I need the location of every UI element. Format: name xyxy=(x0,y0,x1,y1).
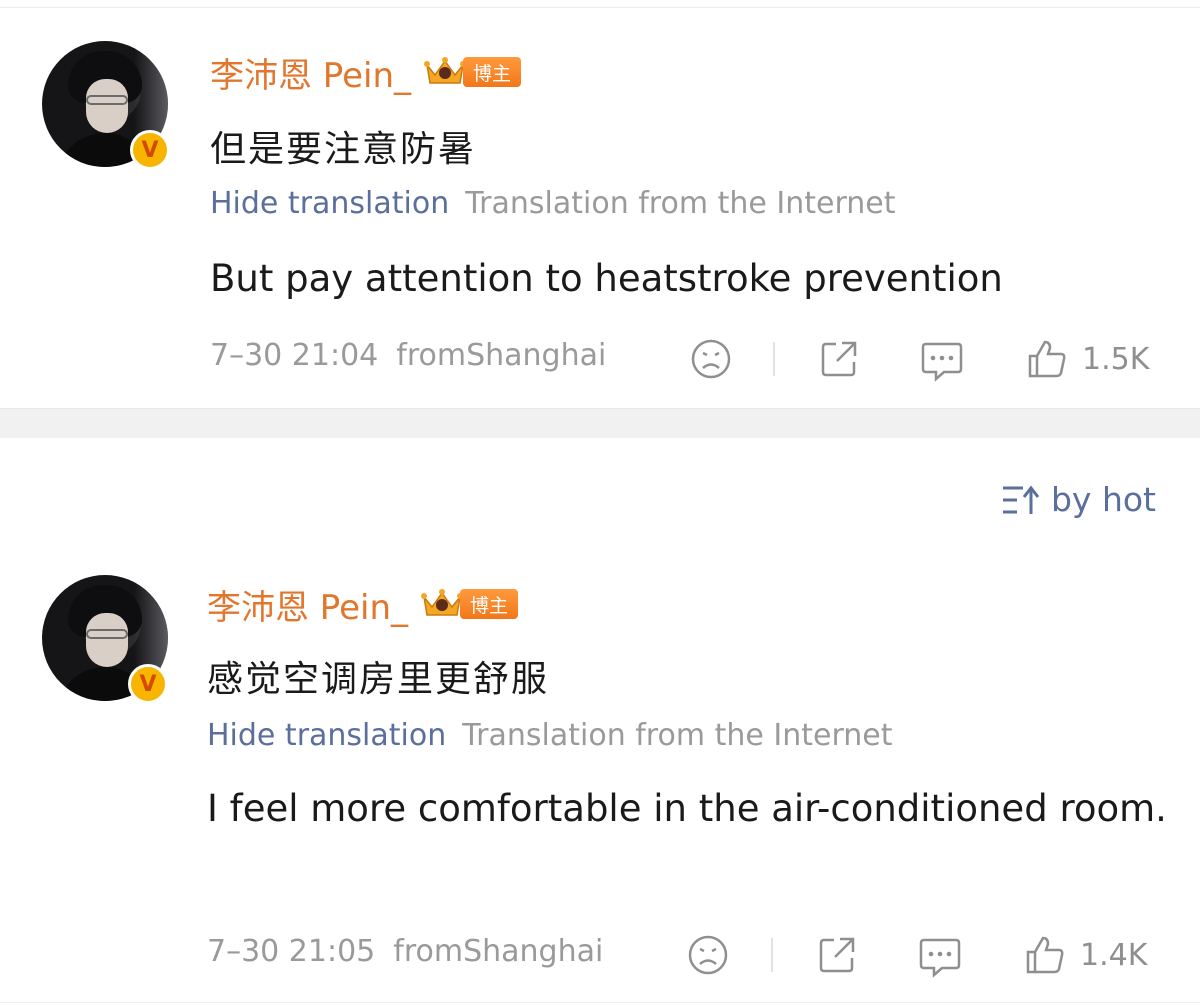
blogger-badge: 博主 xyxy=(420,586,519,622)
translation-source: Translation from the Internet xyxy=(462,718,893,753)
verified-badge: V xyxy=(130,130,170,170)
hide-translation-link[interactable]: Hide translation xyxy=(207,718,446,753)
hide-translation-link[interactable]: Hide translation xyxy=(210,186,449,221)
blogger-badge: 博主 xyxy=(423,54,522,90)
comment-icon xyxy=(921,342,963,382)
comment-icon xyxy=(919,938,961,978)
repost-button[interactable] xyxy=(816,934,858,976)
badge-label: 博主 xyxy=(460,589,519,619)
avatar-face xyxy=(86,613,128,667)
like-count: 1.4K xyxy=(1080,937,1148,973)
sort-icon xyxy=(1002,485,1040,514)
badge-label: 博主 xyxy=(463,57,522,87)
repost-button[interactable] xyxy=(818,338,860,380)
username[interactable]: 李沛恩 Pein_ xyxy=(207,580,408,629)
avatar-glasses xyxy=(86,629,128,639)
translated-text: I feel more comfortable in the air-condi… xyxy=(207,787,1167,830)
action-bar: 1.5K xyxy=(0,334,1200,384)
sad-face-icon xyxy=(691,339,731,379)
translation-source: Translation from the Internet xyxy=(465,186,896,221)
thumbs-up-icon xyxy=(1026,936,1064,974)
comment-text: 但是要注意防暑 xyxy=(210,129,477,170)
comment-item: V 李沛恩 Pein_ 博主 但是要注意防暑 Hide translation … xyxy=(0,8,1200,408)
action-divider xyxy=(773,342,775,376)
emoji-button[interactable] xyxy=(690,338,732,380)
crown-icon xyxy=(421,589,464,616)
translated-text: But pay attention to heatstroke preventi… xyxy=(210,257,1003,300)
comment-item: V 李沛恩 Pein_ 博主 感觉空调房里更舒服 Hide translatio… xyxy=(0,540,1200,1006)
thumbs-up-icon xyxy=(1028,340,1066,378)
sort-label: by hot xyxy=(1050,480,1156,519)
username[interactable]: 李沛恩 Pein_ xyxy=(210,48,411,97)
top-divider xyxy=(0,0,1200,8)
sad-face-icon xyxy=(688,935,728,975)
action-bar: 1.4K xyxy=(0,930,1200,980)
comment-button[interactable] xyxy=(918,936,962,978)
share-icon xyxy=(821,341,857,377)
avatar-face xyxy=(86,79,128,133)
like-count: 1.5K xyxy=(1082,341,1150,377)
action-divider xyxy=(771,938,773,972)
avatar-glasses xyxy=(86,95,128,105)
comment-button[interactable] xyxy=(920,340,964,382)
translation-row: Hide translation Translation from the In… xyxy=(207,718,893,753)
emoji-button[interactable] xyxy=(687,934,729,976)
like-button[interactable]: 1.4K xyxy=(1024,934,1147,976)
share-icon xyxy=(819,937,855,973)
sort-toggle[interactable]: by hot xyxy=(1001,480,1156,519)
comment-text: 感觉空调房里更舒服 xyxy=(207,659,550,700)
like-button[interactable]: 1.5K xyxy=(1026,338,1149,380)
author-row: 李沛恩 Pein_ 博主 xyxy=(210,48,522,97)
bottom-divider xyxy=(0,1002,1200,1006)
crown-icon xyxy=(424,57,467,84)
verified-badge: V xyxy=(128,664,168,704)
translation-row: Hide translation Translation from the In… xyxy=(210,186,896,221)
section-separator xyxy=(0,408,1200,438)
author-row: 李沛恩 Pein_ 博主 xyxy=(207,580,519,629)
